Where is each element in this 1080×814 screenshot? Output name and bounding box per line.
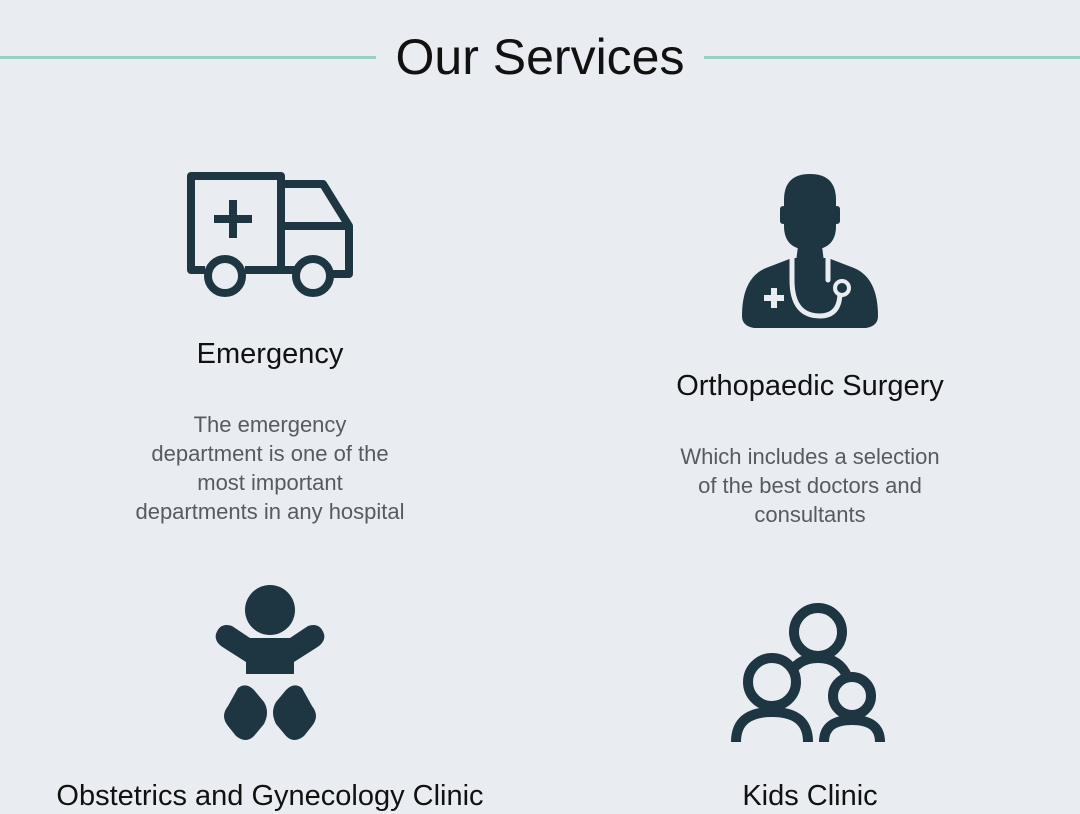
service-title: Kids Clinic — [742, 780, 878, 812]
service-description: Which includes a selection of the best d… — [680, 444, 940, 527]
service-title: Emergency — [196, 338, 344, 370]
ambulance-icon — [0, 170, 540, 298]
baby-icon — [0, 582, 540, 744]
service-description: The emergency department is one of the m… — [135, 412, 405, 524]
family-icon — [540, 602, 1080, 742]
header-rule-right — [704, 56, 1080, 59]
service-title: Obstetrics and Gynecology Clinic — [56, 780, 484, 812]
doctor-icon — [540, 170, 1080, 330]
service-title: Orthopaedic Surgery — [676, 370, 944, 402]
services-header: Our Services — [0, 0, 1080, 116]
